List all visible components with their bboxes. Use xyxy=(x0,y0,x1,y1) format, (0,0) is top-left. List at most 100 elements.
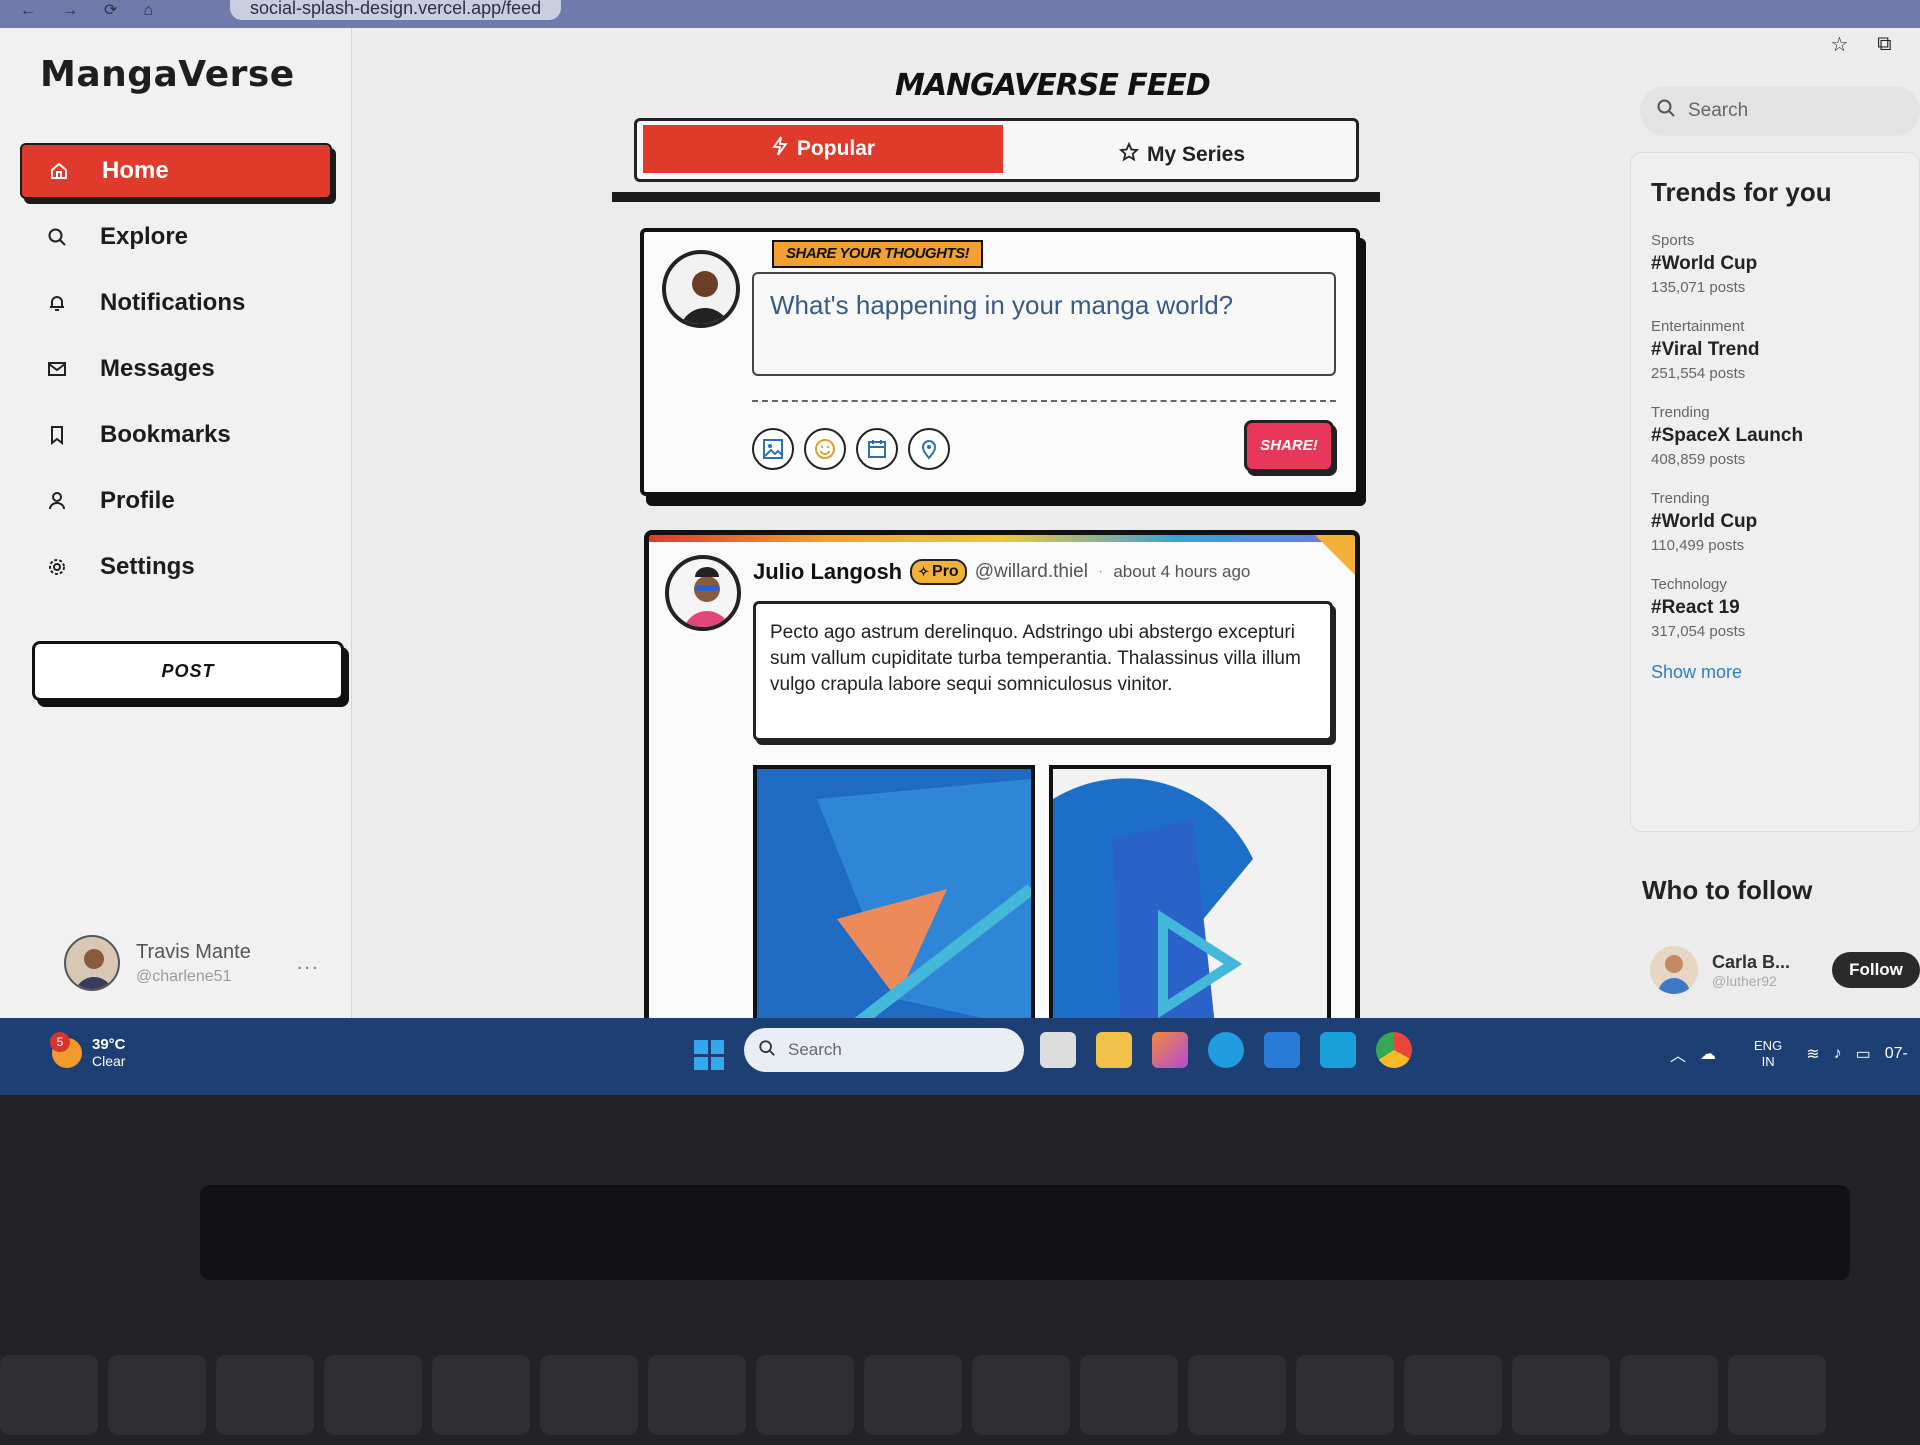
tab-label: Popular xyxy=(796,137,876,160)
post-handle[interactable]: @willard.thiel xyxy=(975,561,1088,583)
trend-item[interactable]: Trending #World Cup 110,499 posts xyxy=(1651,490,1899,554)
clock[interactable]: 07- xyxy=(1885,1045,1908,1063)
lightning-icon xyxy=(771,136,789,162)
who-to-follow-title: Who to follow xyxy=(1642,875,1813,905)
task-view-icon[interactable] xyxy=(1040,1032,1076,1068)
sidebar-item-label: Notifications xyxy=(100,289,246,316)
location-icon[interactable] xyxy=(908,428,950,470)
share-button[interactable]: SHARE! xyxy=(1244,420,1334,472)
emoji-icon[interactable] xyxy=(804,428,846,470)
pro-badge-label: Pro xyxy=(932,563,959,580)
post-author[interactable]: Julio Langosh xyxy=(753,559,902,585)
sidebar-item-settings[interactable]: Settings xyxy=(20,539,332,595)
system-tray: ︿ ☁ ENG IN ≋ ♪ ▭ 07- xyxy=(1670,1038,1908,1070)
wifi-icon[interactable]: ≋ xyxy=(1806,1044,1819,1064)
extensions-icon[interactable]: ⧉ xyxy=(1877,33,1891,56)
chevron-up-icon[interactable]: ︿ xyxy=(1670,1042,1686,1066)
file-explorer-icon[interactable] xyxy=(1096,1032,1132,1068)
sidebar-item-label: Bookmarks xyxy=(100,421,231,448)
browser-actions: ☆ ⧉ xyxy=(1816,28,1906,60)
trend-item[interactable]: Trending #SpaceX Launch 408,859 posts xyxy=(1651,404,1899,468)
chrome-icon[interactable] xyxy=(1376,1032,1412,1068)
copilot-icon[interactable] xyxy=(1152,1032,1188,1068)
keyboard-key xyxy=(648,1355,746,1435)
follow-suggestion: Carla B... @luther92 Follow xyxy=(1650,942,1920,998)
taskbar-search[interactable]: Search xyxy=(744,1028,1024,1072)
sidebar-item-label: Home xyxy=(102,157,169,184)
trend-category: Technology xyxy=(1651,576,1727,593)
trend-count: 251,554 posts xyxy=(1651,365,1746,382)
sidebar-item-messages[interactable]: Messages xyxy=(20,341,332,397)
tab-my-series[interactable]: My Series xyxy=(1017,131,1347,179)
show-more-link[interactable]: Show more xyxy=(1651,662,1899,683)
tab-popular[interactable]: Popular xyxy=(643,125,1003,173)
trend-category: Entertainment xyxy=(1651,318,1745,335)
keyboard-key xyxy=(108,1355,206,1435)
suggestion-handle: @luther92 xyxy=(1712,972,1777,989)
app-icon[interactable] xyxy=(1320,1032,1356,1068)
cloud-icon[interactable]: ☁ xyxy=(1700,1044,1716,1064)
sidebar-item-explore[interactable]: Explore xyxy=(20,209,332,265)
calendar-icon[interactable] xyxy=(856,428,898,470)
weather-condition: Clear xyxy=(92,1053,126,1069)
separator: · xyxy=(1097,563,1104,580)
sidebar-item-home[interactable]: Home xyxy=(20,143,332,199)
windows-start-icon[interactable] xyxy=(694,1040,724,1070)
language-indicator[interactable]: ENG IN xyxy=(1754,1038,1782,1070)
brand-logo[interactable]: MangaVerse xyxy=(40,54,295,95)
post-corner-fold xyxy=(1315,535,1355,575)
browser-nav-icons[interactable]: ←→⟳⌂ xyxy=(20,0,179,20)
post-stripe xyxy=(649,535,1355,542)
star-icon xyxy=(1118,141,1140,168)
tab-label: My Series xyxy=(1146,143,1246,166)
taskbar-search-label: Search xyxy=(788,1040,842,1059)
trend-item[interactable]: Technology #React 19 317,054 posts xyxy=(1651,576,1899,640)
trend-count: 317,054 posts xyxy=(1651,623,1746,640)
divider xyxy=(752,400,1336,402)
current-user[interactable]: Travis Mante @charlene51 ... xyxy=(64,933,344,993)
avatar[interactable] xyxy=(1650,946,1698,994)
keyboard-row xyxy=(0,1355,1920,1445)
post-button[interactable]: POST xyxy=(32,641,344,701)
search-icon xyxy=(1656,98,1676,124)
follow-button[interactable]: Follow xyxy=(1832,952,1920,988)
weather-sun-icon: 5 xyxy=(50,1031,82,1068)
battery-icon[interactable]: ▭ xyxy=(1856,1044,1871,1064)
trend-tag: #SpaceX Launch xyxy=(1651,425,1804,446)
language-bottom: IN xyxy=(1761,1054,1775,1069)
gear-icon xyxy=(44,554,70,580)
sidebar-item-notifications[interactable]: Notifications xyxy=(20,275,332,331)
avatar[interactable] xyxy=(665,555,741,631)
search-placeholder: Search xyxy=(1688,100,1749,121)
post-body: Pecto ago astrum derelinquo. Adstringo u… xyxy=(753,601,1333,741)
weather-temp: 39°C xyxy=(92,1036,126,1053)
keyboard-key xyxy=(432,1355,530,1435)
sidebar-item-profile[interactable]: Profile xyxy=(20,473,332,529)
user-icon xyxy=(44,488,70,514)
sidebar-item-bookmarks[interactable]: Bookmarks xyxy=(20,407,332,463)
bell-icon xyxy=(44,290,70,316)
image-icon[interactable] xyxy=(752,428,794,470)
feed-tabs: Popular My Series xyxy=(634,118,1359,182)
compose-input[interactable]: What's happening in your manga world? xyxy=(752,272,1336,376)
keyboard-key xyxy=(0,1355,98,1435)
trend-count: 110,499 posts xyxy=(1651,537,1745,554)
suggestion-name[interactable]: Carla B... xyxy=(1712,952,1790,973)
home-icon xyxy=(46,158,72,184)
trend-tag: #World Cup xyxy=(1651,511,1758,532)
search-icon xyxy=(44,224,70,250)
mail-icon xyxy=(44,356,70,382)
weather-widget[interactable]: 5 39°C Clear xyxy=(50,1031,126,1069)
keyboard-key xyxy=(324,1355,422,1435)
more-icon[interactable]: ... xyxy=(297,952,320,975)
language-top: ENG xyxy=(1754,1038,1783,1053)
store-icon[interactable] xyxy=(1264,1032,1300,1068)
trend-tag: #React 19 xyxy=(1651,597,1740,618)
search-input[interactable]: Search xyxy=(1640,86,1920,136)
edge-icon[interactable] xyxy=(1208,1032,1244,1068)
bookmark-star-icon[interactable]: ☆ xyxy=(1830,32,1848,57)
trend-item[interactable]: Sports #World Cup 135,071 posts xyxy=(1651,232,1899,296)
address-bar[interactable]: social-splash-design.vercel.app/feed xyxy=(230,0,562,20)
volume-icon[interactable]: ♪ xyxy=(1834,1045,1842,1063)
trend-item[interactable]: Entertainment #Viral Trend 251,554 posts xyxy=(1651,318,1899,382)
